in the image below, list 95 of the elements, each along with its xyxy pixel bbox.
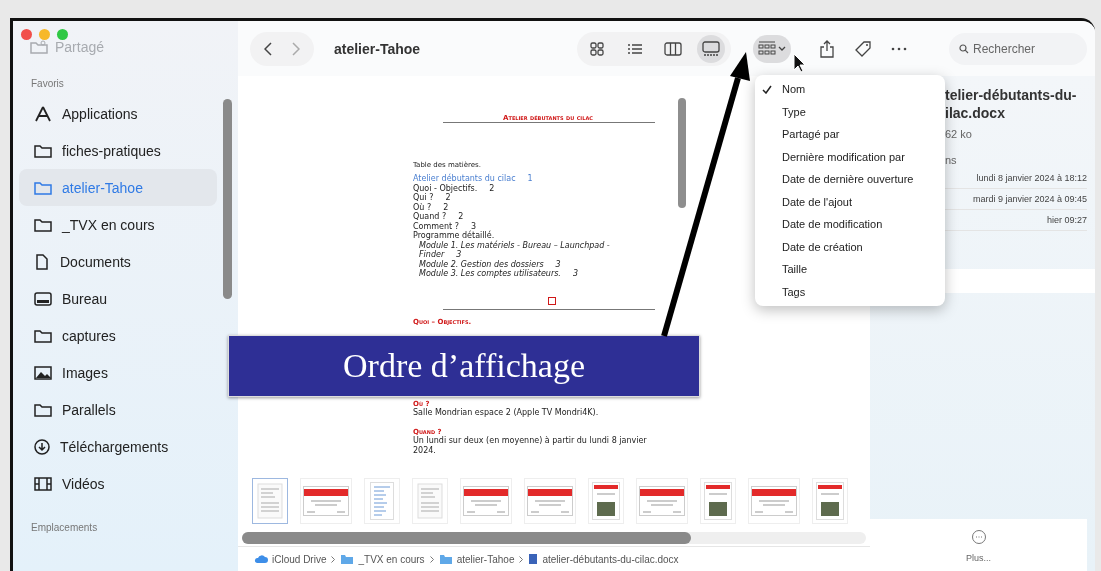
- folder-icon: [340, 553, 355, 565]
- gallery-icon: [702, 40, 720, 57]
- path-item[interactable]: iCloud Drive: [254, 553, 327, 565]
- slide-thumbnail-drawing: [463, 486, 509, 516]
- slide-thumbnail-drawing: [527, 486, 573, 516]
- page-break-mark: [548, 296, 556, 305]
- menu-item[interactable]: Date de dernière ouverture: [760, 168, 940, 191]
- sidebar-item[interactable]: captures: [19, 317, 217, 354]
- apps-icon: [33, 104, 53, 123]
- list-icon: [627, 41, 643, 56]
- menu-item[interactable]: Tags: [760, 280, 940, 303]
- file-size: 62 ko: [945, 128, 973, 140]
- group-grid-icon: [757, 40, 787, 57]
- folder-icon: [33, 401, 53, 418]
- sidebar-item[interactable]: Bureau: [19, 280, 217, 317]
- window-title: atelier-Tahoe: [334, 40, 422, 57]
- film-icon: [33, 475, 53, 492]
- chevron-icon: [331, 555, 336, 563]
- toc-entry: Programme détaillé.: [413, 231, 496, 240]
- ellipsis-icon: [891, 46, 907, 51]
- section-text: Un lundi sur deux (en moyenne) à partir du lundi 8 janvier 2024.: [413, 435, 648, 456]
- columns-icon: [664, 41, 682, 56]
- sidebar-item[interactable]: fiches-pratiques: [19, 132, 217, 169]
- menu-item[interactable]: Taille: [760, 258, 940, 281]
- chevron-icon: [429, 555, 434, 563]
- share-icon: [820, 39, 834, 58]
- list-thumbnail-drawing: [370, 482, 394, 520]
- menu-item[interactable]: Date de l'ajout: [760, 190, 940, 213]
- file-name: ilac.docx: [945, 104, 1006, 122]
- mouse-cursor-icon: [793, 53, 806, 73]
- toc-entry: Module 1. Les matériels - Bureau – Launchpad - Finder 3: [418, 240, 611, 260]
- toc-entry: Où ? 2: [413, 202, 450, 212]
- section-title: ns: [945, 154, 958, 166]
- slide-thumbnail-drawing: [303, 486, 349, 516]
- sidebar-item[interactable]: _TVX en cours: [19, 206, 217, 243]
- sidebar-section-title: Favoris: [30, 77, 65, 91]
- toc-link[interactable]: Atelier débutants du cilac 1: [413, 174, 648, 184]
- toc-entry: Module 3. Les comptes utilisateurs. 3: [418, 269, 579, 279]
- toc-entry: Module 2. Gestion des dossiers 3: [418, 259, 562, 269]
- slide-thumbnail-drawing: [639, 486, 685, 516]
- menu-item[interactable]: Partagé par: [760, 123, 940, 146]
- search-field[interactable]: Rechercher: [949, 32, 1087, 65]
- toc-entry: Qui ? 2: [413, 193, 451, 203]
- more-icon[interactable]: [970, 529, 987, 545]
- section-text: Salle Mondrian espace 2 (Apple TV Mondri4K).: [413, 407, 600, 418]
- menu-item[interactable]: Dernière modification par: [760, 145, 940, 168]
- gallery-view-button[interactable]: [697, 34, 725, 63]
- scrollbar-thumb[interactable]: [242, 532, 692, 544]
- more-label[interactable]: Plus...: [966, 553, 991, 563]
- path-item[interactable]: atelier-Tahoe: [438, 553, 515, 565]
- path-item[interactable]: _TVX en cours: [340, 553, 425, 565]
- document-icon: [528, 553, 539, 565]
- menu-item[interactable]: Date de création: [760, 235, 940, 258]
- annotation-banner: Ordre d’affichage: [228, 335, 700, 397]
- photo-slide-thumbnail-drawing: [592, 482, 620, 520]
- download-icon: [33, 437, 51, 456]
- menu-item[interactable]: Type: [760, 100, 940, 123]
- sidebar-item[interactable]: Parallels: [19, 391, 217, 428]
- grid-icon: [589, 40, 605, 57]
- sidebar-item[interactable]: Applications: [19, 95, 217, 132]
- cloud-icon: [254, 554, 268, 564]
- menu-item[interactable]: Nom: [760, 78, 940, 101]
- page-thumbnail-drawing: [257, 483, 283, 519]
- sidebar-item[interactable]: Vidéos: [19, 465, 217, 502]
- folder-icon: [438, 553, 453, 565]
- file-thumbnail[interactable]: [252, 478, 288, 524]
- scrollbar-thumb[interactable]: [223, 99, 232, 299]
- folder-icon: [33, 327, 53, 344]
- close-button[interactable]: [21, 29, 32, 40]
- file-name: telier-débutants-du-: [945, 86, 1078, 104]
- slide-thumbnail-drawing: [751, 486, 797, 516]
- path-item[interactable]: atelier-débutants-du-cilac.docx: [528, 553, 679, 565]
- photo-slide-thumbnail-drawing: [704, 482, 732, 520]
- back-icon[interactable]: [264, 41, 272, 56]
- toc-entry: Quand ? 2: [413, 212, 465, 222]
- folder-icon: [33, 216, 53, 233]
- photo-slide-thumbnail-drawing: [816, 482, 844, 520]
- toc-entry: Comment ? 3: [413, 221, 477, 231]
- scrollbar-thumb[interactable]: [678, 98, 686, 208]
- page-thumbnail-drawing: [417, 483, 443, 519]
- image-icon: [33, 364, 53, 381]
- document-icon: [33, 252, 51, 271]
- sidebar-item[interactable]: Images: [19, 354, 217, 391]
- folder-icon: [33, 142, 53, 159]
- sidebar-item[interactable]: Documents: [19, 243, 217, 280]
- folder-icon: [33, 179, 53, 196]
- sidebar-section-title: Emplacements: [30, 521, 99, 535]
- menu-item[interactable]: Date de modification: [760, 213, 940, 236]
- toc-entry: Quoi - Objectifs. 2: [413, 183, 496, 193]
- desktop-icon: [33, 290, 53, 307]
- tag-icon: [854, 39, 872, 58]
- group-button[interactable]: [753, 34, 791, 63]
- chevron-icon: [519, 555, 524, 563]
- shared-folder-icon: [29, 39, 49, 55]
- sidebar-item[interactable]: Téléchargements: [19, 428, 217, 465]
